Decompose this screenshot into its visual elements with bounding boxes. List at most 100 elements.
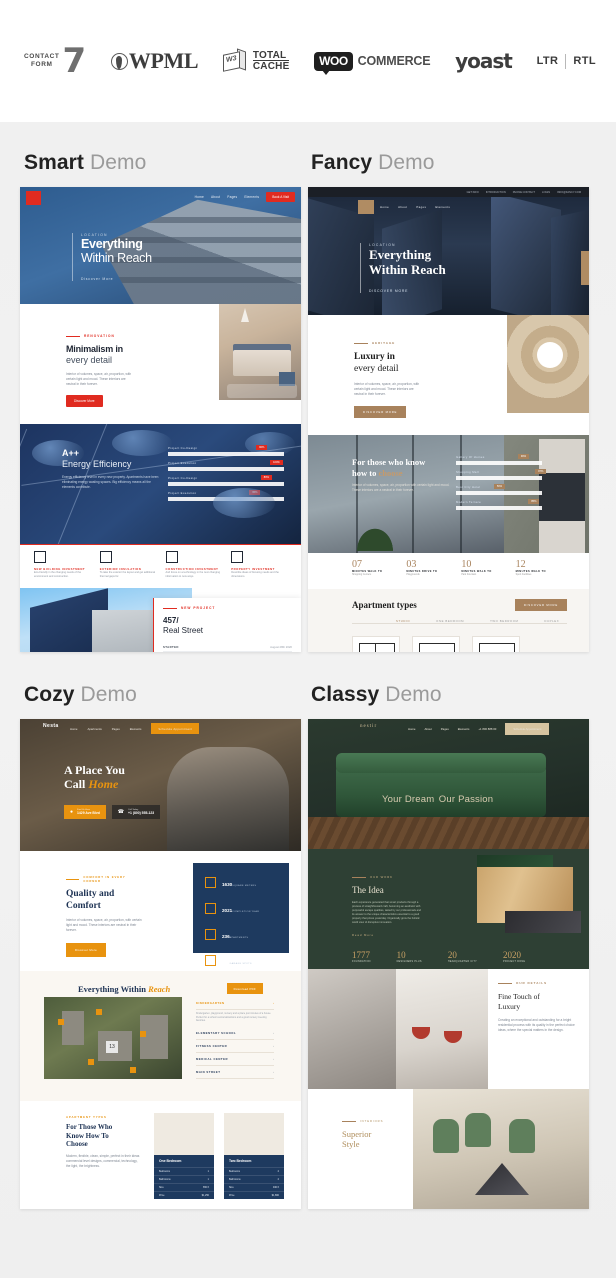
list-item: MEDICAL CENTER › (196, 1053, 274, 1066)
nav-pages[interactable]: Pages (416, 205, 426, 209)
apartment-tabs[interactable]: STUDIO ONE BEDROOM TWO BEDROOM DUPLEX (352, 611, 567, 624)
idea-more-link[interactable]: Read More (352, 933, 424, 937)
floor-plan-card[interactable] (352, 636, 400, 652)
feature-item: EXTERIOR INSULATION To take the exterior … (99, 551, 156, 579)
nav-pages[interactable]: Pages (112, 727, 120, 731)
demo-preview-fancy[interactable]: GET INFO INTRODUCTION PHONE CONTACT LOGI… (308, 187, 589, 652)
classy-logo[interactable]: nestir (360, 724, 377, 729)
poi-title[interactable]: MEDICAL CENTER (196, 1057, 228, 1061)
tab-two-bedroom[interactable]: TWO BEDROOM (490, 619, 518, 623)
topbar-login[interactable]: LOGIN (542, 191, 550, 194)
demo-preview-cozy[interactable]: Nesta Home Apartments Pages Elements Sch… (20, 719, 301, 1209)
nav-about[interactable]: About (398, 205, 407, 209)
plan-spec-row: Bathrooms 1 (154, 1175, 214, 1183)
plan-thumbnail (154, 1113, 214, 1155)
nav-apartments[interactable]: Apartments (87, 727, 101, 731)
location-pill[interactable]: ● Find Us Here 1429 Ave Blvd (64, 805, 106, 819)
hero-more-link[interactable]: DISCOVER MORE (369, 289, 446, 293)
demo-cell-classy: Classy Demo nestir Home About Pages Elem… (308, 652, 616, 1209)
nav-home[interactable]: Home (195, 195, 204, 199)
topbar-get-info[interactable]: GET INFO (467, 191, 479, 194)
nav-pages[interactable]: Pages (227, 195, 237, 199)
download-pdf-button[interactable]: Download PDF (226, 983, 263, 994)
topbar-introduction[interactable]: INTRODUCTION (486, 191, 506, 194)
spec-value: August 28th 2020 (270, 644, 292, 649)
nav-about[interactable]: About (424, 727, 431, 731)
chevron-right-icon: › (273, 1030, 274, 1035)
cozy-logo[interactable]: Nesta (43, 723, 59, 729)
plan-card[interactable]: One Bedroom Bedrooms 1 Bathrooms 1 Size 650… (154, 1113, 214, 1199)
stat-number: 2021 (222, 908, 233, 913)
tab-one-bedroom[interactable]: ONE BEDROOM (436, 619, 464, 623)
bar-item: Project Execution 100% (168, 460, 284, 471)
nav-home[interactable]: Home (70, 727, 77, 731)
section-kicker: HERITAGE (354, 341, 424, 345)
discover-more-button[interactable]: Discover More (66, 395, 103, 407)
smart-navbar[interactable]: Home About Pages Elements Book A Visit (195, 192, 295, 202)
nav-elements[interactable]: Elements (244, 195, 259, 199)
demo-preview-smart[interactable]: Home About Pages Elements Book A Visit L… (20, 187, 301, 652)
topbar-phone[interactable]: PHONE CONTACT (513, 191, 535, 194)
fancy-logo[interactable] (358, 200, 374, 214)
nav-about[interactable]: About (211, 195, 220, 199)
topbar-email[interactable]: INFO@FANCY.COM (557, 191, 581, 194)
idea-title: The Idea (352, 885, 384, 895)
fancy-navbar[interactable]: Home About Pages Elements (380, 205, 450, 209)
poi-title[interactable]: ELEMENTARY SCHOOL (196, 1031, 236, 1035)
phone-number[interactable]: +1 800 888 00 (478, 727, 496, 731)
demo-row-2: Cozy Demo Nesta Home Apartments Pages El… (0, 652, 616, 1209)
tab-duplex[interactable]: DUPLEX (544, 619, 559, 623)
cozy-navbar[interactable]: Home Apartments Pages Elements Schedule … (70, 723, 200, 734)
poi-title[interactable]: MAIN STREET (196, 1070, 220, 1074)
classy-navbar[interactable]: Home About Pages Elements +1 800 888 00 … (408, 723, 550, 735)
table-row: STARTED August 28th 2020 (163, 642, 292, 652)
section-headline-1: Luxury in (354, 352, 395, 362)
schedule-appointment-button[interactable]: Schedule Appointment (151, 723, 200, 734)
tab-studio[interactable]: STUDIO (396, 619, 410, 623)
smart-minimalism-section: RENOVATION Minimalism in every detail In… (20, 304, 301, 424)
plan-card[interactable]: Two Bedroom Bedrooms 2 Bathrooms 2 Size 940… (224, 1113, 284, 1199)
book-visit-button[interactable]: Book A Visit (266, 192, 295, 202)
list-item: KINDERGARTEN › (196, 997, 274, 1010)
section-headline-1: Minimalism in (66, 344, 123, 354)
feature-item: CONSTRUCTION INVESTMENT And focus on a te… (165, 551, 222, 579)
bar-item: Project Co-Design 90% (168, 445, 284, 456)
garage-icon (205, 954, 216, 966)
discover-more-button[interactable]: Discover More (66, 943, 106, 957)
demo-title-fancy: Fancy Demo (308, 122, 616, 187)
poi-title[interactable]: FITNESS CENTER (196, 1044, 227, 1048)
poi-title[interactable]: KINDERGARTEN (196, 1001, 225, 1005)
book-visit-side-tab[interactable] (581, 251, 589, 285)
nav-pages[interactable]: Pages (441, 727, 449, 731)
schedule-appointment-button[interactable]: Schedule Appointment (505, 723, 550, 735)
nav-elements[interactable]: Elements (458, 727, 470, 731)
demo-cell-cozy: Cozy Demo Nesta Home Apartments Pages El… (0, 652, 308, 1209)
floor-plan-card[interactable] (472, 636, 520, 652)
hero-headline-1: Everything (369, 247, 432, 262)
hero-more-link[interactable]: Discover More (81, 277, 152, 281)
bridge-icon (165, 551, 178, 563)
nav-home[interactable]: Home (408, 727, 415, 731)
nav-home[interactable]: Home (380, 205, 389, 209)
luxury-headline-1: Fine Touch of (498, 992, 540, 1001)
phone-pill[interactable]: ☎ Call Today +1 (800) 555-123 (111, 805, 161, 819)
floor-plan-card[interactable] (412, 636, 460, 652)
nav-elements[interactable]: Elements (435, 205, 450, 209)
bar-item: Project Execution 95% (168, 490, 284, 501)
headline-part-a: Call (64, 777, 86, 791)
aerial-map-photo[interactable]: 13 (44, 997, 182, 1079)
stat-sub: Sport Facilities (515, 573, 532, 576)
fancy-choose-section: For those who know how to choose Interio… (308, 435, 589, 553)
apartment-discover-button[interactable]: DISCOVER MORE (514, 599, 567, 611)
nav-elements[interactable]: Elements (130, 727, 142, 731)
fancy-topbar[interactable]: GET INFO INTRODUCTION PHONE CONTACT LOGI… (308, 187, 589, 197)
smart-logo[interactable] (26, 191, 41, 205)
map-poi-list[interactable]: KINDERGARTEN › Kindergarten, playground, … (196, 997, 274, 1079)
spec-key: Bedrooms (159, 1170, 170, 1173)
demo-preview-classy[interactable]: nestir Home About Pages Elements +1 800 … (308, 719, 589, 1209)
section-paragraph: Interior of volumes, space, air, proport… (354, 382, 420, 396)
demo-title-light: Demo (89, 151, 147, 174)
discover-more-button[interactable]: DISCOVER MORE (354, 406, 407, 418)
spec-key: Price (229, 1194, 235, 1197)
plans-paragraph: Modern, flexible, clean, simple, perfect… (66, 1153, 140, 1168)
